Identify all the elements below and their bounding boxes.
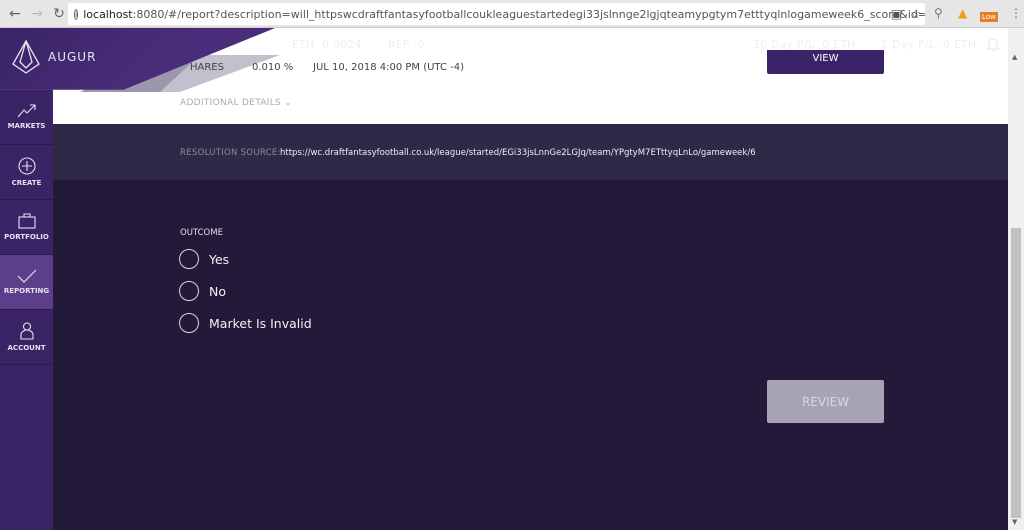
resolution-source: RESOLUTION SOURCE: https://wc.draftfanta…: [53, 124, 1008, 180]
end-date: JUL 10, 2018 4:00 PM (UTC -4): [313, 62, 464, 73]
trend-icon: [17, 104, 36, 118]
scrollbar-thumb[interactable]: [1011, 228, 1021, 518]
sidebar: MARKETS CREATE PORTFOLIO REPORTING ACCOU…: [0, 90, 53, 530]
outcome-option-yes[interactable]: Yes: [179, 249, 229, 269]
forward-button[interactable]: →: [26, 6, 48, 22]
rep-balance: REP 0: [388, 39, 425, 51]
pl-1-day: 1 Day P/L 0 ETH: [881, 39, 977, 51]
radio-button[interactable]: [179, 249, 199, 269]
view-button[interactable]: VIEW: [767, 50, 884, 74]
reload-button[interactable]: ↻: [48, 6, 70, 22]
briefcase-icon: [17, 213, 36, 229]
back-button[interactable]: ←: [4, 6, 26, 22]
sidebar-item-create[interactable]: CREATE: [0, 145, 53, 200]
address-bar[interactable]: i localhost:8080/#/report?description=wi…: [68, 3, 925, 25]
outcome-option-invalid[interactable]: Market Is Invalid: [179, 313, 312, 333]
lock-extension-icon[interactable]: Low: [980, 12, 998, 22]
additional-details-toggle[interactable]: ADDITIONAL DETAILS ⌄: [180, 98, 292, 108]
scrollbar[interactable]: ▲ ▼: [1008, 28, 1024, 530]
bookmark-star-icon[interactable]: ☆: [910, 7, 921, 21]
sidebar-item-reporting[interactable]: REPORTING: [0, 255, 53, 310]
outcome-option-no[interactable]: No: [179, 281, 226, 301]
plus-circle-icon: [17, 157, 36, 175]
shares-value: 0.010 %: [252, 62, 294, 73]
translate-icon[interactable]: ▣: [891, 7, 902, 21]
pl-30-day: 30 Day P/L 0 ETH: [753, 39, 856, 51]
sidebar-item-markets[interactable]: MARKETS: [0, 90, 53, 145]
review-button[interactable]: REVIEW: [767, 380, 884, 423]
eth-balance: ETH 0.0024: [292, 39, 362, 51]
outcome-label: OUTCOME: [180, 228, 223, 238]
radio-button[interactable]: [179, 281, 199, 301]
location-extension-icon[interactable]: ⚲: [934, 6, 943, 20]
radio-button[interactable]: [179, 313, 199, 333]
browser-toolbar: ← → ↻ i localhost:8080/#/report?descript…: [0, 0, 1024, 28]
chevron-down-icon: ⌄: [284, 98, 293, 108]
resolution-source-link[interactable]: https://wc.draftfantasyfootball.co.uk/le…: [280, 148, 756, 158]
augur-logo-icon: [12, 40, 40, 74]
shares-label: HARES: [190, 62, 224, 73]
menu-icon[interactable]: ⋮: [1010, 6, 1022, 20]
info-icon[interactable]: i: [74, 8, 79, 20]
check-icon: [17, 269, 36, 283]
scroll-up-icon[interactable]: ▲: [1012, 53, 1017, 61]
bell-icon[interactable]: [986, 36, 1000, 52]
user-icon: [19, 322, 34, 340]
sidebar-item-portfolio[interactable]: PORTFOLIO: [0, 200, 53, 255]
augur-logo[interactable]: AUGUR: [12, 40, 96, 74]
sidebar-item-account[interactable]: ACCOUNT: [0, 310, 53, 365]
scroll-down-icon[interactable]: ▼: [1012, 518, 1017, 526]
metamask-extension-icon[interactable]: ▲: [958, 6, 967, 20]
